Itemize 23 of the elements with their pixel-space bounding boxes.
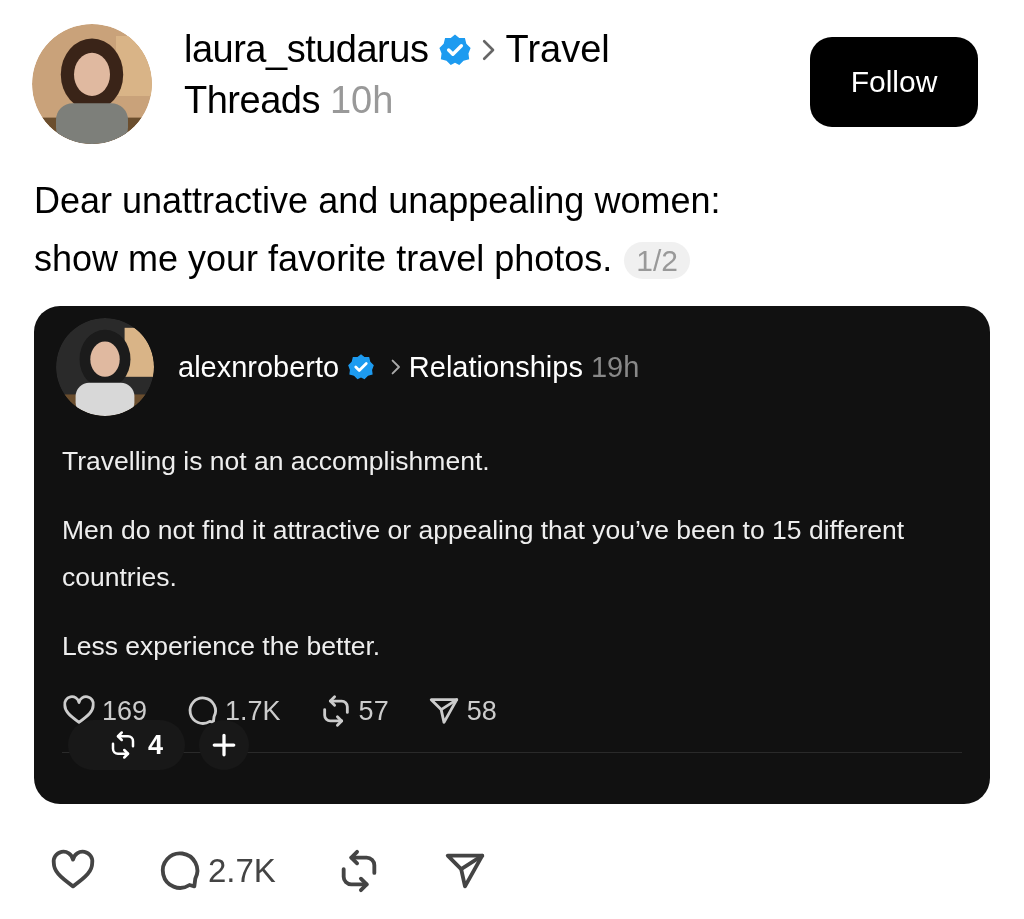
topic-tag[interactable]: Travel bbox=[505, 28, 610, 71]
post-text: Travelling is not an accomplishment. bbox=[62, 445, 491, 478]
post-text: Men do not find it attractive or appealing that you’ve been to 15 different countries. bbox=[62, 514, 906, 594]
action-count: 57 bbox=[358, 695, 389, 727]
action-count: 2.7K bbox=[208, 852, 276, 890]
repost-count-button[interactable]: 4 bbox=[68, 720, 186, 770]
action-count: 58 bbox=[466, 695, 497, 727]
community-name[interactable]: Threads bbox=[184, 79, 320, 122]
action-count: 1.7K bbox=[225, 695, 281, 727]
chevron-icon bbox=[482, 38, 496, 61]
quoted-post-card[interactable]: alexnroberto Relationships 19h Travelling is not an accomplishment. Men do not find it attractive or appealing that you’ve been to 15 different countries. Less experience the better. 169 1.7K 57 58 4 bbox=[34, 306, 990, 804]
post-text: Less experience the better. bbox=[62, 630, 382, 663]
plus-icon bbox=[211, 732, 238, 758]
chevron-icon bbox=[391, 359, 401, 375]
post-text: show me your favorite travel photos. bbox=[34, 238, 613, 279]
author-name[interactable]: laura_studarus bbox=[184, 28, 429, 71]
page-indicator: 1/2 bbox=[624, 242, 690, 279]
topic-tag[interactable]: Relationships bbox=[408, 350, 583, 384]
post-text: Dear unattractive and unappealing women: bbox=[34, 180, 721, 221]
author-name[interactable]: alexnroberto bbox=[178, 350, 340, 384]
post-time: 19h bbox=[590, 350, 640, 384]
follow-button[interactable]: Follow bbox=[810, 37, 978, 127]
post-time: 10h bbox=[329, 79, 394, 122]
